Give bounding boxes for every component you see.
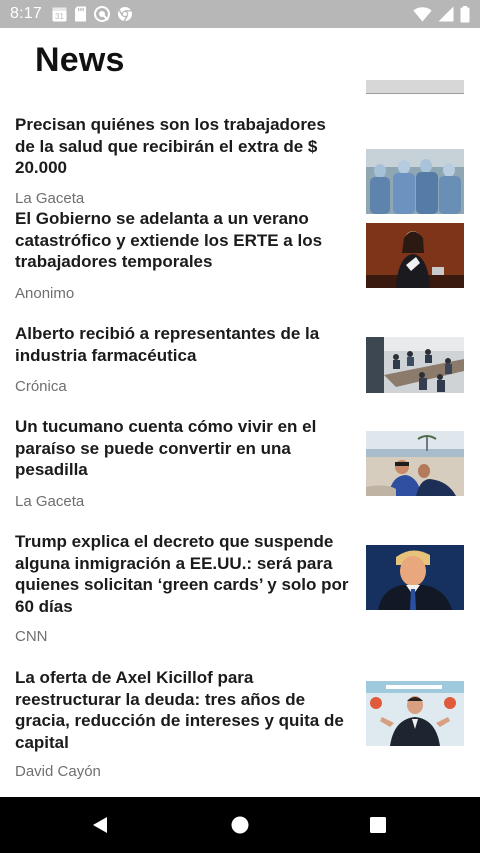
- news-item[interactable]: Trump explica el decreto que suspende al…: [0, 531, 480, 655]
- kicillof-press-photo: [366, 681, 464, 746]
- news-list[interactable]: Precisan quiénes son los trabajadores de…: [0, 94, 480, 797]
- calendar-day: 31: [55, 12, 64, 21]
- news-item[interactable]: El Gobierno se adelanta a un verano cata…: [0, 208, 480, 310]
- news-item-title: Alberto recibió a representantes de la i…: [15, 324, 320, 365]
- news-item[interactable]: Un tucumano cuenta cómo vivir en el para…: [0, 416, 480, 518]
- trump-portrait-photo: [366, 545, 464, 610]
- news-item-source: David Cayón: [15, 763, 101, 780]
- battery-icon: [460, 5, 470, 23]
- status-bar: 8:17 31: [0, 0, 480, 28]
- news-item-title: Trump explica el decreto que suspende al…: [15, 532, 349, 616]
- beach-couple-photo: [366, 431, 464, 496]
- health-workers-photo: [366, 149, 464, 214]
- back-icon: [93, 817, 107, 833]
- politician-speaking-photo: [366, 223, 464, 288]
- status-time: 8:17: [10, 5, 42, 22]
- vpn-icon: [93, 6, 110, 22]
- system-icons: [413, 5, 470, 23]
- news-item-source: La Gaceta: [15, 493, 85, 510]
- news-item-title: La oferta de Axel Kicillof para reestruc…: [15, 668, 344, 752]
- news-item-title: Precisan quiénes son los trabajadores de…: [15, 115, 326, 177]
- cell-signal-icon: [438, 6, 454, 22]
- news-item[interactable]: Precisan quiénes son los trabajadores de…: [0, 114, 480, 214]
- notification-icons: 31: [52, 6, 133, 22]
- back-button[interactable]: [90, 815, 110, 840]
- recents-button[interactable]: [368, 815, 388, 840]
- home-icon: [231, 816, 249, 834]
- wifi-icon: [413, 6, 432, 22]
- news-item-source: Crónica: [15, 378, 67, 395]
- home-button[interactable]: [230, 815, 250, 840]
- news-item-title: El Gobierno se adelanta a un verano cata…: [15, 209, 323, 271]
- news-item[interactable]: La oferta de Axel Kicillof para reestruc…: [0, 667, 480, 791]
- news-item-title: Un tucumano cuenta cómo vivir en el para…: [15, 417, 317, 479]
- meeting-room-photo: [366, 337, 464, 393]
- page-title: News: [35, 41, 125, 79]
- news-item-source: La Gaceta: [15, 190, 85, 207]
- navigation-bar: [0, 797, 480, 853]
- chrome-icon: [117, 6, 133, 22]
- news-item[interactable]: Alberto recibió a representantes de la i…: [0, 323, 480, 403]
- calendar-icon: 31: [52, 6, 67, 22]
- news-item-source: CNN: [15, 628, 48, 645]
- recents-icon: [370, 817, 386, 833]
- sd-card-icon: [74, 6, 87, 22]
- previous-item-thumbnail: [366, 80, 464, 94]
- news-item-source: Anonimo: [15, 285, 75, 302]
